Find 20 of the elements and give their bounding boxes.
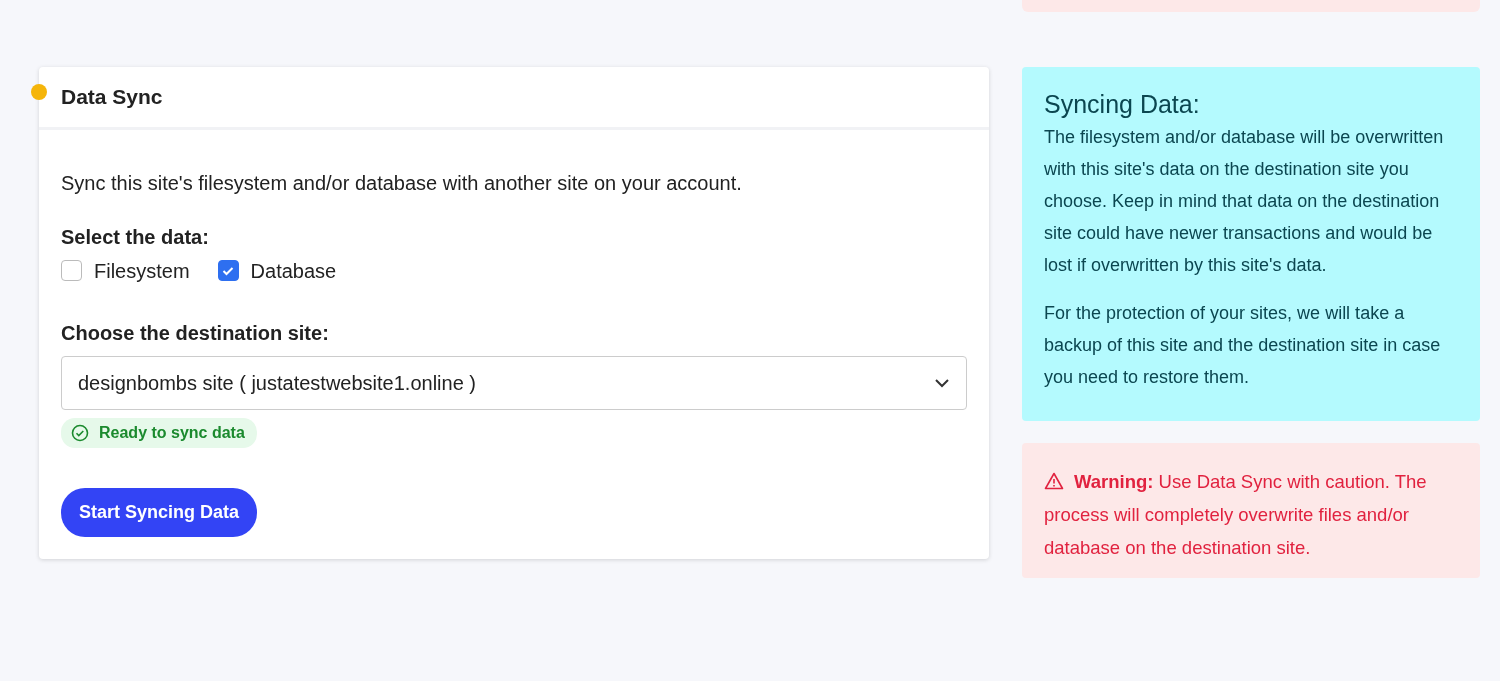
check-circle-icon <box>71 423 89 442</box>
start-sync-button[interactable]: Start Syncing Data <box>61 487 258 537</box>
status-dot <box>31 84 47 100</box>
status-text: Ready to sync data <box>99 422 245 443</box>
card-title: Data Sync <box>39 67 989 130</box>
checkbox-label: Database <box>250 258 337 284</box>
info-text: For the protection of your sites, we will take a backup of this site and the destination site in case you need to restore them. <box>1044 302 1442 389</box>
destination-select[interactable]: designbombs site ( justatestwebsite1.online ) <box>61 355 967 410</box>
description: Sync this site's filesystem and/or database with another site on your account. <box>61 170 743 196</box>
info-text: The filesystem and/or database will be overwritten with this site's data on the destination site you choose. Keep in mind that data on the destination site could have newer transactions and would be lost if overwritten by this site's data. <box>1044 126 1445 277</box>
checkmark-icon <box>222 265 235 276</box>
warning-text: Warning: Use Data Sync with caution. The process will completely overwrite files and/or database on the destination site. <box>1044 470 1428 560</box>
section-label: Choose the destination site: <box>61 320 330 346</box>
section-label: Select the data: <box>61 224 210 250</box>
checkbox-label: Filesystem <box>94 258 190 284</box>
caret-icon <box>934 377 950 388</box>
checkbox[interactable] <box>217 260 239 281</box>
info-title: Syncing Data: <box>1044 89 1201 119</box>
warning-icon <box>1044 472 1064 490</box>
checkbox[interactable] <box>61 260 82 281</box>
